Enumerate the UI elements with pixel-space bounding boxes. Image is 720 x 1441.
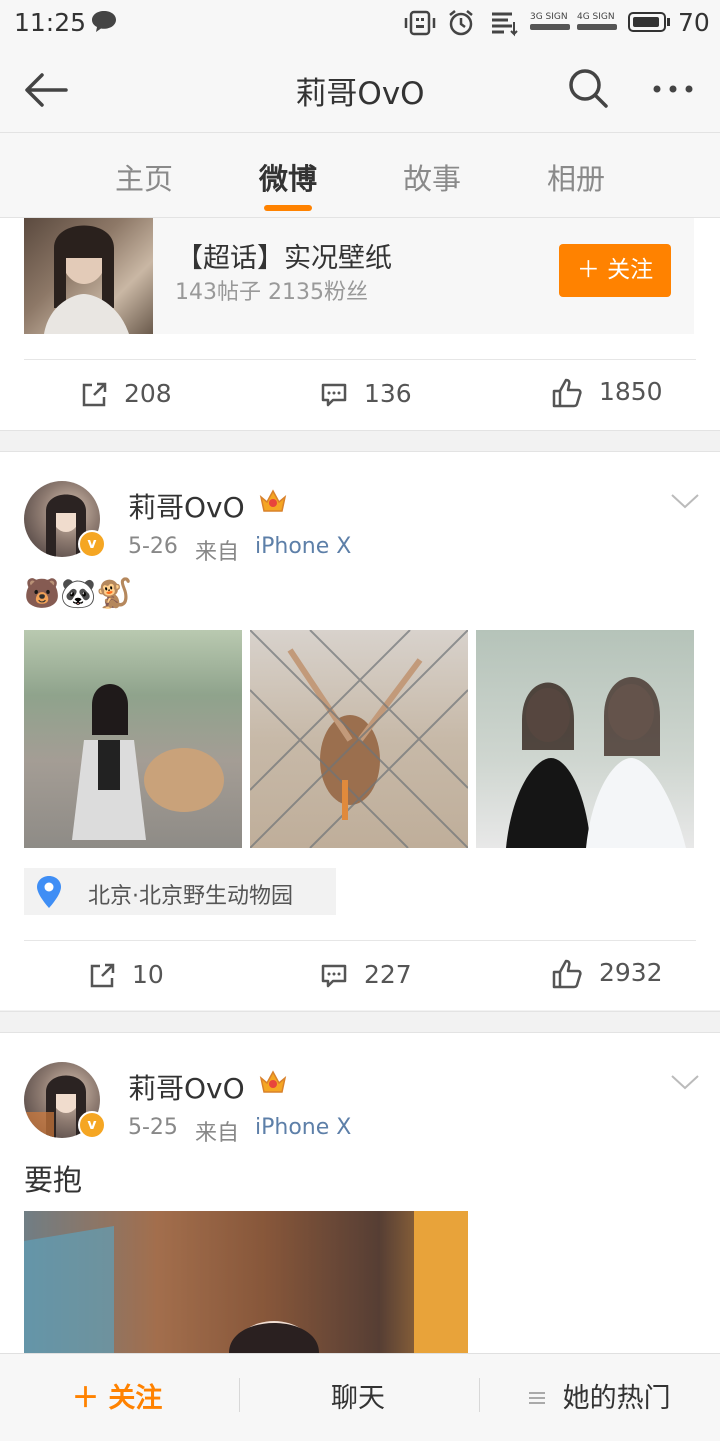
post-username[interactable]: 莉哥OvO <box>128 1067 245 1107</box>
vip-crown-icon <box>258 487 288 515</box>
post-photo[interactable] <box>24 630 242 848</box>
post-photo[interactable] <box>476 630 694 848</box>
post-source[interactable]: iPhone X <box>255 1115 351 1140</box>
verified-badge-icon: v <box>78 530 106 558</box>
like-button[interactable]: 1850 <box>551 377 663 409</box>
signal-4g-icon: 4G SIGN <box>577 10 619 38</box>
battery-level: 70 <box>678 8 710 37</box>
follow-topic-button[interactable]: ＋ 关注 <box>559 244 671 297</box>
chevron-down-icon[interactable] <box>670 492 700 510</box>
vip-crown-icon <box>258 1068 288 1096</box>
search-icon[interactable] <box>566 66 610 110</box>
plus-icon: ＋ <box>72 1383 109 1414</box>
post-text: 🐻🐼🐒 <box>24 576 133 610</box>
post-photo[interactable] <box>250 630 468 848</box>
verified-badge-icon: v <box>78 1111 106 1139</box>
list-icon <box>528 1383 546 1414</box>
follow-user-button[interactable]: ＋ 关注 <box>72 1376 162 1415</box>
page-title: 莉哥OvO <box>295 76 425 112</box>
svg-text:3G SIGN: 3G SIGN <box>530 12 568 22</box>
thumbs-up-icon <box>551 958 583 989</box>
post-date: 5-25 <box>128 1115 178 1140</box>
more-options-icon[interactable] <box>650 72 696 106</box>
tab-weibo[interactable]: 微博 <box>248 156 328 198</box>
repost-icon <box>80 379 108 408</box>
battery-icon <box>628 12 666 32</box>
svg-text:4G SIGN: 4G SIGN <box>577 12 615 22</box>
post-text: 要抱 <box>24 1163 83 1197</box>
plus-icon: ＋ <box>576 257 608 283</box>
tab-stories[interactable]: 故事 <box>392 156 472 198</box>
signal-3g-icon: 3G SIGN <box>530 10 572 38</box>
vibrate-icon <box>404 9 436 43</box>
post-date: 5-26 <box>128 534 178 559</box>
location-text: 北京·北京野生动物园 <box>88 884 293 909</box>
status-time: 11:25 <box>14 8 87 37</box>
like-button[interactable]: 2932 <box>551 958 663 990</box>
message-icon <box>90 9 118 41</box>
comment-icon <box>320 379 348 408</box>
post-source[interactable]: iPhone X <box>255 534 351 559</box>
alarm-icon <box>446 8 476 44</box>
repost-icon <box>88 960 116 989</box>
comment-button[interactable]: 136 <box>320 379 412 409</box>
super-topic-name: 【超话】实况壁纸 <box>176 243 392 274</box>
chat-button[interactable]: 聊天 <box>331 1376 385 1415</box>
tab-album[interactable]: 相册 <box>536 156 616 198</box>
post-photo[interactable] <box>24 1211 468 1353</box>
her-hot-posts-button[interactable]: 她的热门 <box>528 1376 671 1415</box>
comment-icon <box>320 960 348 989</box>
post-from: 来自 <box>195 540 240 565</box>
super-topic-stats: 143帖子 2135粉丝 <box>175 280 368 305</box>
post-username[interactable]: 莉哥OvO <box>128 486 245 526</box>
location-pin-icon <box>34 874 64 914</box>
repost-button[interactable]: 10 <box>88 960 164 990</box>
post-from: 来自 <box>195 1121 240 1146</box>
tab-home[interactable]: 主页 <box>104 156 184 198</box>
comment-button[interactable]: 227 <box>320 960 412 990</box>
super-topic-cover <box>24 218 153 334</box>
active-tab-indicator <box>264 205 312 211</box>
repost-button[interactable]: 208 <box>80 379 172 409</box>
thumbs-up-icon <box>551 377 583 408</box>
chevron-down-icon[interactable] <box>670 1073 700 1091</box>
data-signal-icon <box>488 8 522 44</box>
